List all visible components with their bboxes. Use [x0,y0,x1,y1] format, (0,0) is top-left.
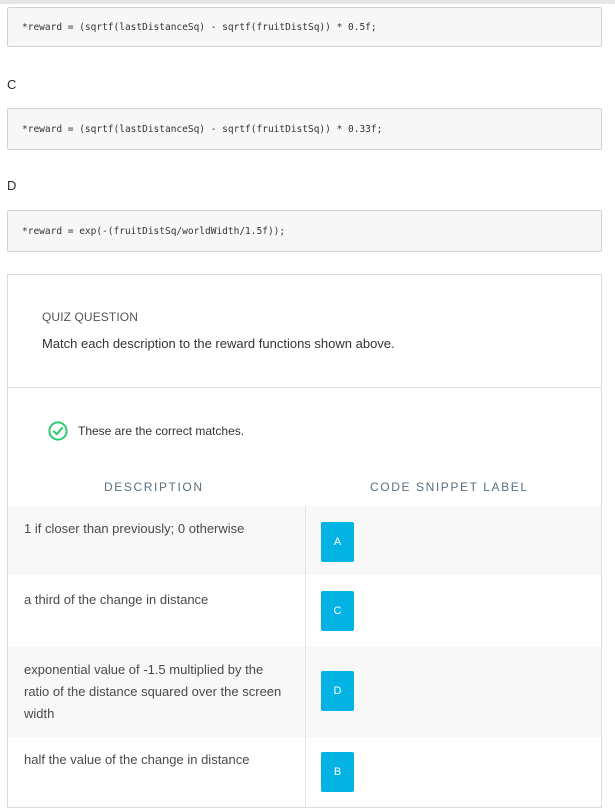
row-description: half the value of the change in distance [24,752,250,767]
code-snippet-d: *reward = exp(-(fruitDistSq/worldWidth/1… [7,210,602,252]
quiz-question-label: QUIZ QUESTION [42,310,138,324]
row-label-cell: A [305,506,601,575]
snippet-label-d: D [7,178,17,193]
match-row: half the value of the change in distance… [8,737,601,807]
code-text: *reward = (sqrtf(lastDistanceSq) - sqrtf… [22,123,383,135]
top-divider [0,0,615,4]
description-column-header: DESCRIPTION [104,480,204,494]
match-row: a third of the change in distance C [8,575,601,647]
row-description: a third of the change in distance [24,592,209,607]
row-description: 1 if closer than previously; 0 otherwise [24,521,245,536]
code-label-column-header: CODE SNIPPET LABEL [370,480,529,494]
code-snippet-b: *reward = (sqrtf(lastDistanceSq) - sqrtf… [7,7,602,47]
match-row: 1 if closer than previously; 0 otherwise… [8,506,601,575]
code-snippet-c: *reward = (sqrtf(lastDistanceSq) - sqrtf… [7,108,602,150]
quiz-card: QUIZ QUESTION Match each description to … [7,274,602,808]
snippet-label-c: C [7,77,17,92]
quiz-prompt: Match each description to the reward fun… [42,336,395,351]
check-circle-icon [48,421,68,441]
label-chip-d[interactable]: D [321,671,354,711]
row-label-cell: C [305,575,601,647]
row-label-cell: B [305,737,601,807]
row-label-cell: D [305,647,601,737]
code-text: *reward = exp(-(fruitDistSq/worldWidth/1… [22,225,286,237]
result-message: These are the correct matches. [78,424,245,438]
code-text: *reward = (sqrtf(lastDistanceSq) - sqrtf… [22,21,377,33]
label-chip-b[interactable]: B [321,752,354,792]
match-row: exponential value of -1.5 multiplied by … [8,647,601,737]
quiz-divider [8,387,601,388]
label-chip-c[interactable]: C [321,591,354,631]
row-description: exponential value of -1.5 multiplied by … [24,662,282,721]
label-chip-a[interactable]: A [321,522,354,562]
